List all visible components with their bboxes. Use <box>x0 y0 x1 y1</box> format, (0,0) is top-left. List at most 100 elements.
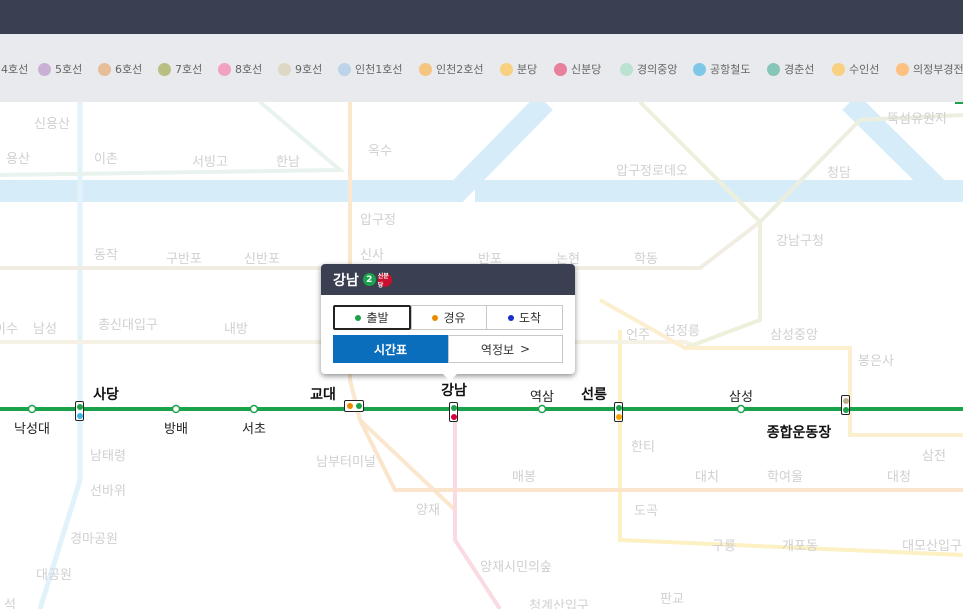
transfer-icon[interactable] <box>344 400 364 412</box>
sinbundang-badge-icon: 신분당 <box>377 272 392 289</box>
popup-pointer <box>443 374 457 381</box>
station-label[interactable]: 뚝섬유원지 <box>887 108 947 127</box>
station-label[interactable]: 학동 <box>634 248 658 267</box>
station-label[interactable]: 대치 <box>695 466 719 485</box>
station-label[interactable]: 압구정 <box>360 209 396 228</box>
station-label[interactable]: 교대 <box>310 384 336 404</box>
station-label[interactable]: 학여울 <box>767 466 803 485</box>
station-label[interactable]: 개포동 <box>782 535 818 554</box>
station-label[interactable]: 총신대입구 <box>98 314 158 333</box>
chevron-right-icon: > <box>520 342 531 356</box>
station-label[interactable]: 구반포 <box>166 248 202 267</box>
station-label[interactable]: 옥수 <box>368 140 392 159</box>
station-label[interactable]: 용산 <box>6 148 30 167</box>
legend-item[interactable]: 신분당 <box>554 61 601 77</box>
station-label[interactable]: 도곡 <box>634 500 658 519</box>
station-label[interactable]: 대모산입구 <box>902 535 962 554</box>
station-label[interactable]: 신반포 <box>244 248 280 267</box>
gyeongui-icon <box>620 62 633 76</box>
station-label[interactable]: 한티 <box>631 436 655 455</box>
station-label[interactable]: 이수 <box>0 318 18 337</box>
legend-item[interactable]: 5호선 <box>38 61 82 77</box>
legend-item[interactable]: 경의중앙 <box>620 61 677 77</box>
station-label[interactable]: 강남구청 <box>776 230 824 249</box>
transfer-icon[interactable] <box>841 395 850 415</box>
line-5-icon <box>38 62 51 76</box>
station-label[interactable]: 대공원 <box>36 564 72 583</box>
station-info-tab[interactable]: 역정보 > <box>448 335 563 363</box>
station-label[interactable]: 방배 <box>164 418 188 437</box>
blue-dot-icon <box>507 314 514 321</box>
transfer-icon[interactable] <box>614 402 623 422</box>
departure-button[interactable]: 출발 <box>333 305 411 330</box>
station-label[interactable]: 서초 <box>242 418 266 437</box>
popup-header: 강남 2 신분당 <box>321 264 575 295</box>
via-button[interactable]: 경유 <box>411 305 487 330</box>
station-label[interactable]: 남태령 <box>90 445 126 464</box>
station-label[interactable]: 삼전 <box>922 445 946 464</box>
station-label[interactable]: 선릉 <box>581 384 607 404</box>
transfer-icon[interactable] <box>75 401 84 421</box>
sinbundang-icon <box>554 62 567 76</box>
legend-item[interactable]: 인천1호선 <box>338 61 402 77</box>
green-dot-icon <box>355 314 362 321</box>
legend-item[interactable]: 경춘선 <box>767 61 814 77</box>
legend-item[interactable]: 공항철도 <box>693 61 750 77</box>
uijeongbu-icon <box>896 62 909 76</box>
station-label[interactable]: 석 <box>4 594 16 609</box>
incheon-2-icon <box>419 62 432 76</box>
station-label[interactable]: 남성 <box>33 318 57 337</box>
station-label[interactable]: 강남 <box>441 380 467 400</box>
station-label[interactable]: 양재 <box>416 499 440 518</box>
bundang-icon <box>500 62 513 76</box>
incheon-1-icon <box>338 62 351 76</box>
station-label[interactable]: 동작 <box>94 244 118 263</box>
station-label[interactable]: 청담 <box>827 162 851 181</box>
line-7-icon <box>158 62 171 76</box>
station-label[interactable]: 선바위 <box>90 480 126 499</box>
orange-dot-icon <box>432 314 439 321</box>
station-label[interactable]: 선정릉 <box>664 320 700 339</box>
station-label[interactable]: 매봉 <box>512 466 536 485</box>
arrival-button[interactable]: 도착 <box>486 305 563 330</box>
station-label[interactable]: 서빙고 <box>192 151 228 170</box>
station-label[interactable]: 역삼 <box>530 386 554 405</box>
station-label[interactable]: 언주 <box>626 324 650 343</box>
legend-item[interactable]: 의정부경전 <box>896 61 963 77</box>
legend-item[interactable]: 인천2호선 <box>419 61 483 77</box>
line-9-icon <box>278 62 291 76</box>
station-label[interactable]: 종합운동장 <box>767 422 831 442</box>
station-label[interactable]: 남부터미널 <box>316 451 376 470</box>
station-popup: 강남 2 신분당 출발 경유 도착 시간표 역정보 > <box>321 264 575 381</box>
station-label[interactable]: 신사 <box>360 244 384 263</box>
popup-station-name: 강남 <box>333 272 359 289</box>
legend-item[interactable]: 6호선 <box>98 61 142 77</box>
airport-railroad-icon <box>693 62 706 76</box>
station-label[interactable]: 신용산 <box>34 113 70 132</box>
station-label[interactable]: 판교 <box>660 588 684 607</box>
station-label[interactable]: 삼성 <box>729 386 753 405</box>
station-label[interactable]: 청계산입구 <box>529 595 589 609</box>
suin-icon <box>832 62 845 76</box>
timetable-tab[interactable]: 시간표 <box>333 335 448 363</box>
station-label[interactable]: 낙성대 <box>14 418 50 437</box>
station-label[interactable]: 대청 <box>887 466 911 485</box>
legend-item[interactable]: 9호선 <box>278 61 322 77</box>
station-label[interactable]: 삼성중앙 <box>770 324 818 343</box>
station-label[interactable]: 양재시민의숲 <box>480 556 552 575</box>
gyeongchun-icon <box>767 62 780 76</box>
station-label[interactable]: 내방 <box>224 318 248 337</box>
station-label[interactable]: 이촌 <box>94 148 118 167</box>
legend-item[interactable]: 4호선 <box>0 61 28 77</box>
transfer-icon[interactable] <box>449 402 458 422</box>
station-label[interactable]: 경마공원 <box>70 528 118 547</box>
station-label[interactable]: 구룡 <box>712 535 736 554</box>
legend-item[interactable]: 분당 <box>500 61 537 77</box>
legend-item[interactable]: 수인선 <box>832 61 879 77</box>
legend-item[interactable]: 8호선 <box>218 61 262 77</box>
station-label[interactable]: 봉은사 <box>858 350 894 369</box>
station-label[interactable]: 한남 <box>276 151 300 170</box>
station-label[interactable]: 사당 <box>93 384 119 404</box>
legend-item[interactable]: 7호선 <box>158 61 202 77</box>
station-label[interactable]: 압구정로데오 <box>616 160 688 179</box>
